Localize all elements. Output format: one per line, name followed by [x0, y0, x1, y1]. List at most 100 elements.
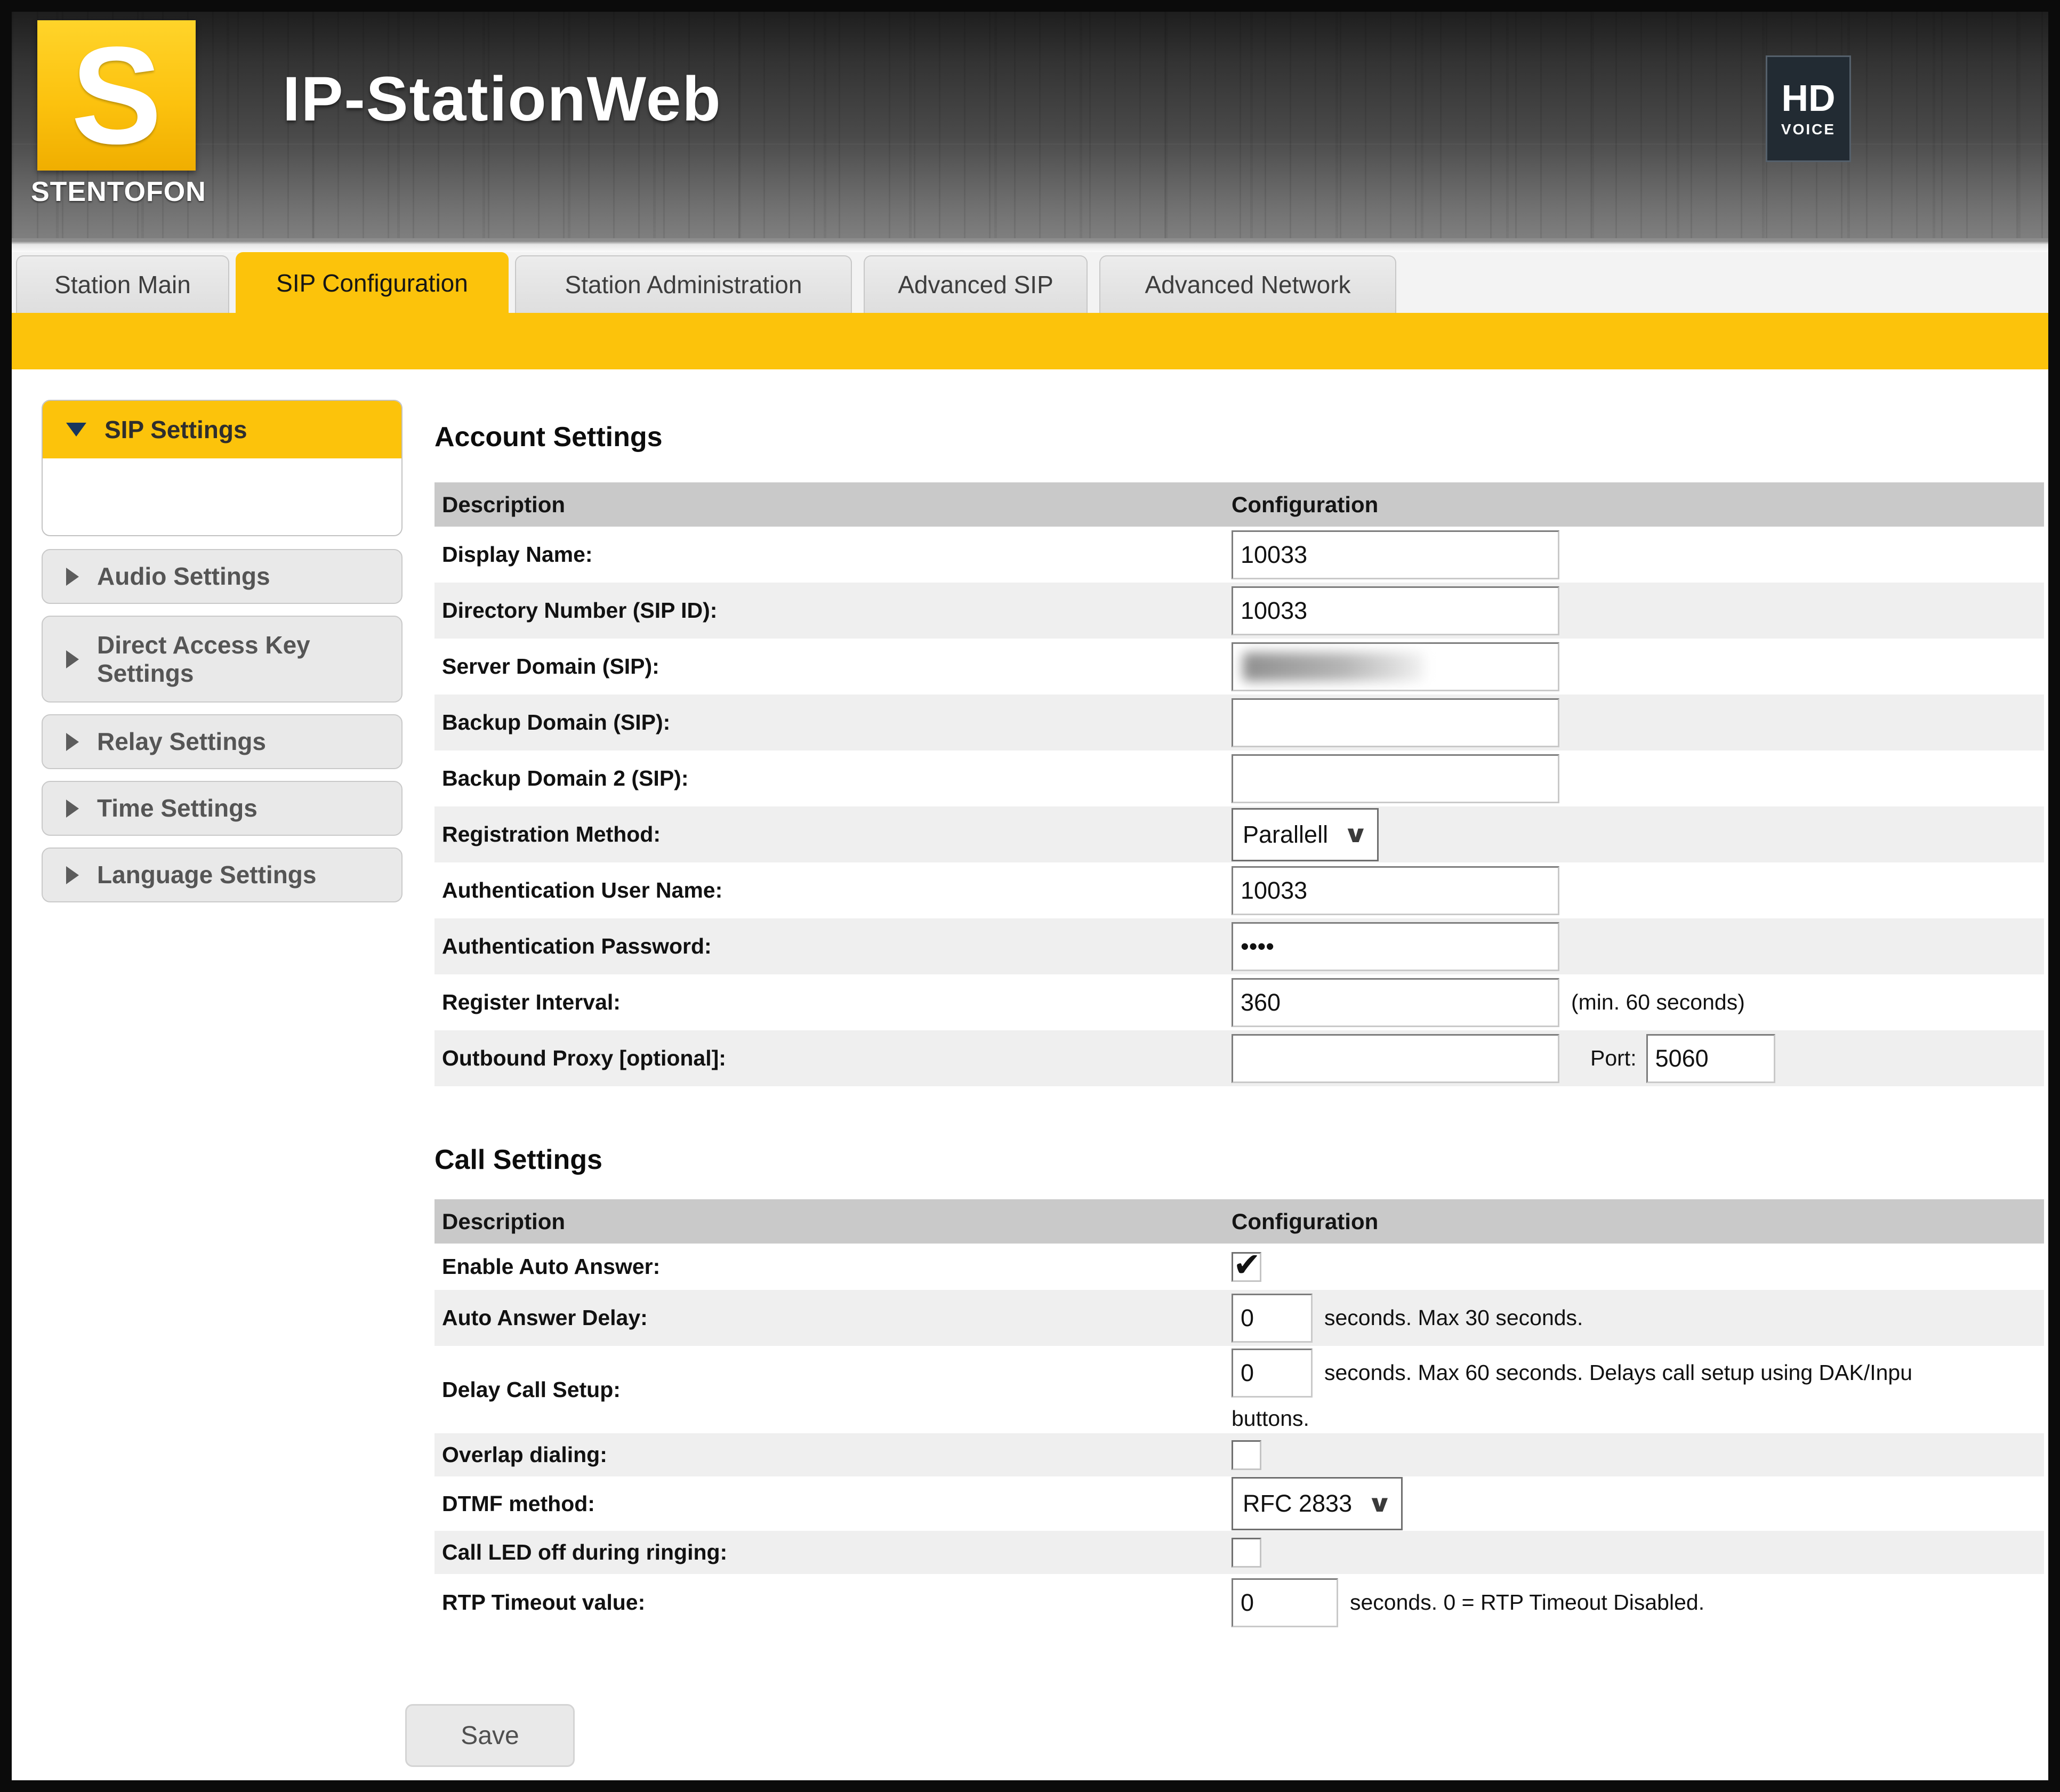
table-row: DTMF method: RFC 2833 ∨ — [434, 1476, 2044, 1531]
field-label: Directory Number (SIP ID): — [434, 598, 1232, 623]
table-row: Display Name: — [434, 527, 2044, 583]
server-domain-input[interactable] — [1232, 642, 1559, 691]
table-row: Overlap dialing: — [434, 1433, 2044, 1476]
stentofon-logo-icon: S — [37, 20, 196, 171]
hd-badge-top: HD — [1781, 79, 1835, 117]
column-header-description: Description — [434, 1209, 1232, 1234]
tab-station-administration[interactable]: Station Administration — [515, 255, 852, 313]
sidebar-item-direct-access-key-settings[interactable]: Direct Access Key Settings — [42, 616, 403, 703]
chevron-down-icon: ∨ — [1343, 821, 1369, 848]
table-header-row: Description Configuration — [434, 482, 2044, 527]
table-row: Backup Domain 2 (SIP): — [434, 750, 2044, 806]
hd-badge-bottom: VOICE — [1781, 121, 1836, 138]
page-title: IP-StationWeb — [283, 63, 722, 135]
tab-station-main[interactable]: Station Main — [16, 255, 229, 313]
register-interval-input[interactable] — [1232, 978, 1559, 1027]
tab-advanced-network[interactable]: Advanced Network — [1099, 255, 1396, 313]
select-value: RFC 2833 — [1243, 1490, 1352, 1517]
tab-advanced-sip[interactable]: Advanced SIP — [864, 255, 1088, 313]
table-row: Call LED off during ringing: — [434, 1531, 2044, 1574]
table-row: Authentication Password: — [434, 918, 2044, 974]
field-label: Backup Domain 2 (SIP): — [434, 766, 1232, 791]
field-label: Delay Call Setup: — [434, 1377, 1232, 1402]
field-label: Register Interval: — [434, 990, 1232, 1015]
column-header-configuration: Configuration — [1232, 1209, 2044, 1234]
table-row: RTP Timeout value: seconds. 0 = RTP Time… — [434, 1574, 2044, 1631]
sidebar-item-sip-settings[interactable]: SIP Settings — [43, 401, 401, 458]
select-value: Parallell — [1243, 821, 1328, 849]
tab-label: Station Main — [54, 270, 191, 299]
sidebar-item-relay-settings[interactable]: Relay Settings — [42, 714, 403, 769]
display-name-input[interactable] — [1232, 530, 1559, 579]
sidebar-item-language-settings[interactable]: Language Settings — [42, 847, 403, 902]
sidebar-item-label: SIP Settings — [104, 415, 247, 444]
field-note: (min. 60 seconds) — [1571, 990, 1745, 1015]
field-label: Enable Auto Answer: — [434, 1254, 1232, 1279]
column-header-configuration: Configuration — [1232, 492, 2044, 518]
table-row: Server Domain (SIP): — [434, 639, 2044, 695]
table-row: Backup Domain (SIP): — [434, 695, 2044, 750]
account-settings-table: Description Configuration Display Name: … — [434, 482, 2044, 1086]
field-label: Server Domain (SIP): — [434, 654, 1232, 679]
auto-answer-delay-input[interactable] — [1232, 1294, 1313, 1343]
backup-domain-2-input[interactable] — [1232, 754, 1559, 803]
table-header-row: Description Configuration — [434, 1199, 2044, 1244]
save-button[interactable]: Save — [405, 1704, 575, 1767]
field-note: seconds. Max 30 seconds. — [1324, 1305, 1583, 1330]
call-settings-table: Description Configuration Enable Auto An… — [434, 1199, 2044, 1631]
field-label: Display Name: — [434, 542, 1232, 567]
brand-name: STENTOFON — [31, 176, 202, 208]
directory-number-input[interactable] — [1232, 586, 1559, 635]
triangle-right-icon — [66, 733, 79, 751]
call-led-off-checkbox[interactable] — [1232, 1538, 1261, 1568]
outbound-proxy-port-input[interactable] — [1646, 1034, 1775, 1083]
field-label: Overlap dialing: — [434, 1442, 1232, 1467]
hd-voice-badge: HD VOICE — [1766, 55, 1851, 162]
field-label: Outbound Proxy [optional]: — [434, 1046, 1232, 1071]
rtp-timeout-input[interactable] — [1232, 1578, 1338, 1627]
field-label: RTP Timeout value: — [434, 1590, 1232, 1615]
triangle-down-icon — [66, 423, 86, 437]
field-note: seconds. Max 60 seconds. Delays call set… — [1324, 1360, 1912, 1385]
enable-auto-answer-checkbox[interactable] — [1232, 1252, 1261, 1282]
overlap-dialing-checkbox[interactable] — [1232, 1440, 1261, 1470]
dtmf-method-select[interactable]: RFC 2833 ∨ — [1232, 1477, 1403, 1530]
sidebar-group-sip-settings: SIP Settings — [42, 400, 403, 536]
browser-page: S STENTOFON IP-StationWeb HD VOICE Stati… — [12, 12, 2048, 1780]
outbound-proxy-input[interactable] — [1232, 1034, 1559, 1083]
registration-method-select[interactable]: Parallell ∨ — [1232, 808, 1379, 861]
tab-label: Advanced Network — [1145, 270, 1350, 299]
page-frame: S STENTOFON IP-StationWeb HD VOICE Stati… — [0, 0, 2060, 1792]
logo-letter: S — [71, 26, 162, 165]
column-header-description: Description — [434, 492, 1232, 518]
accent-bar — [12, 313, 2048, 369]
tab-label: SIP Configuration — [276, 269, 468, 297]
triangle-right-icon — [66, 568, 79, 586]
auth-password-input[interactable] — [1232, 922, 1559, 971]
field-label: Authentication User Name: — [434, 878, 1232, 903]
table-row: Enable Auto Answer: — [434, 1244, 2044, 1290]
backup-domain-input[interactable] — [1232, 698, 1559, 747]
chevron-down-icon: ∨ — [1367, 1490, 1393, 1517]
field-label: Authentication Password: — [434, 934, 1232, 959]
sidebar-item-label: Direct Access Key Settings — [97, 631, 380, 688]
field-label: DTMF method: — [434, 1491, 1232, 1516]
field-label: Backup Domain (SIP): — [434, 710, 1232, 735]
save-button-label: Save — [461, 1721, 519, 1750]
sidebar-item-audio-settings[interactable]: Audio Settings — [42, 549, 403, 604]
triangle-right-icon — [66, 650, 79, 668]
field-label: Call LED off during ringing: — [434, 1540, 1232, 1565]
table-row: Auto Answer Delay: seconds. Max 30 secon… — [434, 1290, 2044, 1346]
table-row: Registration Method: Parallell ∨ — [434, 806, 2044, 862]
table-row: Delay Call Setup: seconds. Max 60 second… — [434, 1346, 2044, 1433]
tab-sip-configuration[interactable]: SIP Configuration — [236, 252, 509, 313]
sidebar-item-time-settings[interactable]: Time Settings — [42, 781, 403, 836]
auth-user-name-input[interactable] — [1232, 866, 1559, 915]
triangle-right-icon — [66, 800, 79, 818]
header-divider — [12, 238, 2048, 252]
field-note: seconds. 0 = RTP Timeout Disabled. — [1350, 1590, 1704, 1615]
field-note-line2: buttons. — [1232, 1406, 1309, 1431]
delay-call-setup-input[interactable] — [1232, 1349, 1313, 1398]
sidebar-item-label: Audio Settings — [97, 562, 380, 591]
redacted-value — [1243, 652, 1424, 681]
